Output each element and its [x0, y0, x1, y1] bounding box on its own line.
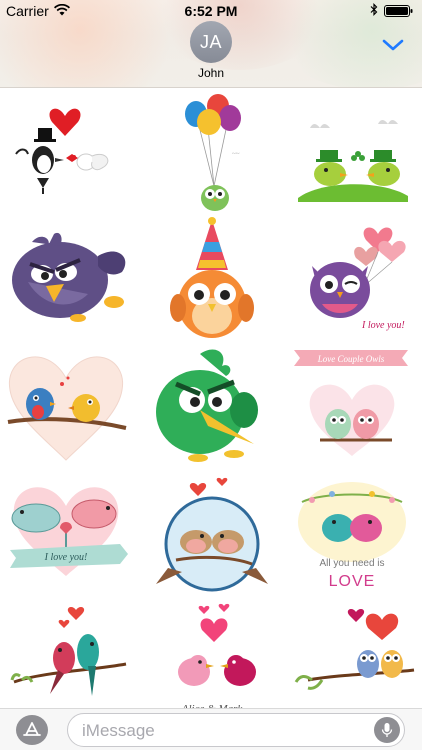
- contact-name[interactable]: John: [0, 66, 422, 80]
- sticker-i-love-you-birds[interactable]: I love you!: [2, 472, 142, 600]
- app-store-button[interactable]: [16, 715, 48, 745]
- clock: 6:52 PM: [184, 3, 238, 19]
- sticker-i-love-you-owl-text: I love you!: [361, 320, 405, 331]
- chevron-down-icon[interactable]: [382, 37, 404, 53]
- sticker-all-you-need-is-love[interactable]: All you need is LOVE: [282, 472, 422, 600]
- sticker-gentleman-birds[interactable]: [2, 88, 142, 216]
- app-store-icon: [23, 722, 41, 736]
- microphone-icon: [381, 723, 393, 737]
- sticker-grid: ~~ I love you! Love Couple Owls I love y…: [0, 88, 422, 715]
- sticker-love-owls-banner-text: Love Couple Owls: [317, 354, 385, 364]
- compose-bar: [0, 708, 422, 750]
- sticker-purple-bird[interactable]: [2, 216, 142, 344]
- sticker-love-couple-owls[interactable]: Love Couple Owls: [282, 344, 422, 472]
- sticker-green-birds-hats[interactable]: [282, 88, 422, 216]
- dictation-button[interactable]: [374, 717, 400, 743]
- sticker-balloon-owl[interactable]: ~~: [142, 88, 282, 216]
- bluetooth-icon: [370, 3, 378, 19]
- contact-avatar[interactable]: JA: [190, 21, 232, 63]
- message-input[interactable]: [82, 720, 362, 742]
- sticker-all-you-need-line1: All you need is: [319, 558, 384, 569]
- avatar-initials: JA: [199, 31, 222, 52]
- sticker-all-you-need-line2: LOVE: [329, 573, 376, 590]
- svg-text:~~: ~~: [232, 150, 240, 158]
- status-bar: Carrier 6:52 PM: [0, 0, 422, 22]
- sticker-green-angry-bird[interactable]: [142, 344, 282, 472]
- battery-icon: [384, 5, 413, 17]
- sticker-party-owl[interactable]: [142, 216, 282, 344]
- message-field[interactable]: [67, 713, 405, 747]
- sticker-purple-owl-balloons[interactable]: I love you!: [282, 216, 422, 344]
- sticker-sparrows-circle[interactable]: [142, 472, 282, 600]
- sticker-heart-bluebirds[interactable]: [2, 344, 142, 472]
- sticker-i-love-you-birds-text: I love you!: [44, 552, 88, 563]
- conversation-header: Carrier 6:52 PM JA John: [0, 0, 422, 88]
